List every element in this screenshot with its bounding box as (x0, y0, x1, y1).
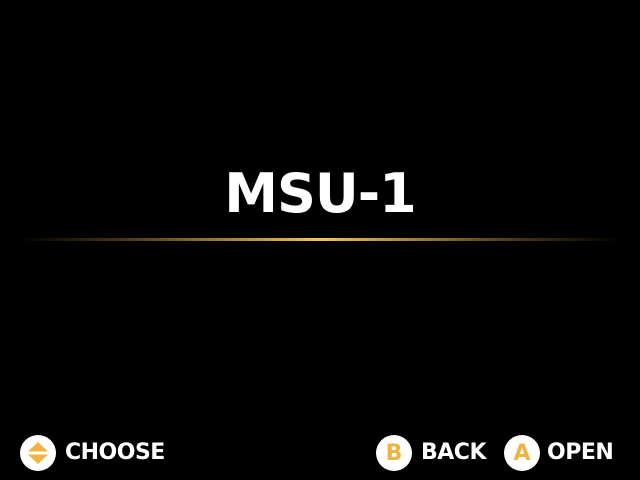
choose-hint[interactable]: CHOOSE (20, 434, 165, 472)
dpad-up-down-icon (20, 435, 56, 471)
back-label: BACK (421, 440, 487, 465)
b-button-icon: B (376, 435, 412, 471)
page-title: MSU-1 (224, 162, 416, 225)
back-button[interactable]: B BACK (376, 434, 487, 472)
b-button-letter: B (385, 440, 403, 466)
a-button-letter: A (513, 440, 531, 466)
a-button-icon: A (504, 435, 540, 471)
open-button[interactable]: A OPEN (504, 434, 614, 472)
choose-label: CHOOSE (65, 440, 165, 465)
title-divider (20, 238, 620, 241)
msu1-screen: MSU-1 CHOOSE B BACK A OPEN (0, 0, 640, 480)
open-label: OPEN (547, 440, 614, 465)
